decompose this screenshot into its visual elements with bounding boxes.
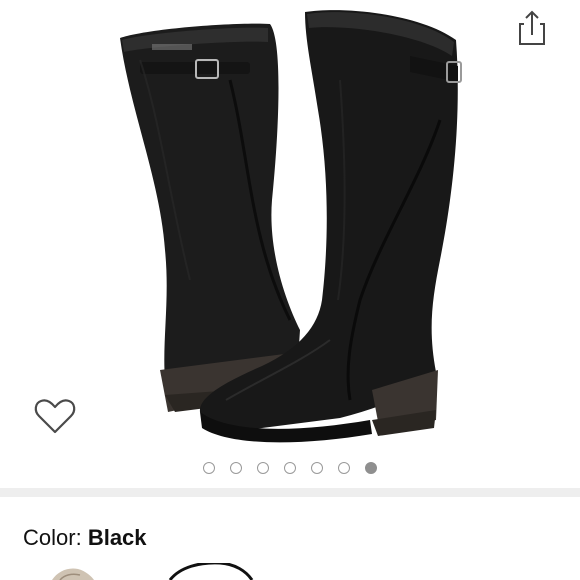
product-image	[120, 10, 462, 443]
product-image-gallery[interactable]	[0, 0, 580, 488]
wishlist-button[interactable]	[33, 396, 77, 436]
color-swatch-black-selected[interactable]	[168, 563, 254, 580]
color-label: Color:	[23, 525, 82, 550]
color-value: Black	[87, 525, 147, 550]
color-swatch-tan[interactable]	[52, 568, 94, 580]
color-selector-label: Color: Black	[23, 525, 147, 551]
pagination-dot[interactable]	[284, 462, 296, 474]
pagination-dot[interactable]	[230, 462, 242, 474]
pagination-dot-active[interactable]	[365, 462, 377, 474]
gallery-pagination	[0, 458, 580, 478]
section-divider	[0, 488, 580, 497]
share-button[interactable]	[512, 8, 552, 48]
heart-icon	[34, 399, 76, 434]
pagination-dot[interactable]	[338, 462, 350, 474]
pagination-dot[interactable]	[203, 462, 215, 474]
pagination-dot[interactable]	[311, 462, 323, 474]
product-detail-screen: Color: Black	[0, 0, 580, 580]
left-boot	[120, 23, 302, 412]
pagination-dot[interactable]	[257, 462, 269, 474]
color-swatch-row	[52, 563, 254, 580]
share-icon	[519, 10, 545, 45]
